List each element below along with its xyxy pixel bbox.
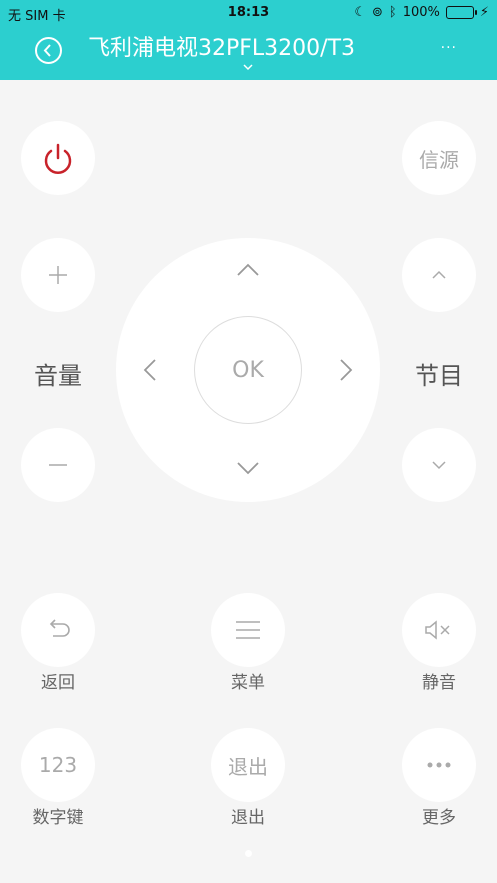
moon-icon: ☾: [354, 5, 366, 20]
chevron-left-icon: [43, 44, 51, 57]
rotation-lock-icon: ⊚: [371, 5, 383, 20]
more-menu-button[interactable]: ...: [441, 36, 457, 52]
ok-button[interactable]: OK: [194, 316, 302, 424]
menu-button[interactable]: [211, 593, 285, 667]
menu-caption: 菜单: [231, 673, 265, 693]
dpad-left-button[interactable]: [142, 356, 158, 384]
exit-button-label: 退出: [228, 754, 268, 779]
chevron-down-icon: [432, 461, 446, 470]
page-indicator: [245, 850, 252, 857]
channel-up-button[interactable]: [402, 238, 476, 312]
mute-icon: [425, 620, 450, 640]
status-right: ☾ ⊚ ᛒ 100% ⚡: [354, 5, 489, 20]
channel-label: 节目: [415, 362, 463, 390]
dpad: OK: [116, 238, 380, 502]
more-caption: 更多: [422, 808, 456, 828]
volume-label: 音量: [34, 362, 82, 390]
volume-down-button[interactable]: [21, 428, 95, 502]
hamburger-menu-icon: [236, 621, 260, 639]
charging-icon: ⚡: [479, 5, 489, 20]
source-label: 信源: [419, 147, 459, 172]
plus-icon: [49, 266, 67, 284]
exit-caption: 退出: [231, 808, 265, 828]
numpad-button-label: 123: [38, 753, 78, 777]
mute-button[interactable]: [402, 593, 476, 667]
dpad-right-button[interactable]: [338, 356, 354, 384]
source-button[interactable]: 信源: [402, 121, 476, 195]
back-nav-button[interactable]: [21, 593, 95, 667]
minus-icon: [49, 464, 67, 466]
chevron-up-icon: [432, 270, 446, 279]
back-caption: 返回: [41, 673, 75, 693]
power-icon: [44, 143, 72, 174]
power-button[interactable]: [21, 121, 95, 195]
back-button[interactable]: [35, 37, 62, 64]
more-dots-icon: [427, 762, 451, 768]
battery-percent: 100%: [402, 5, 440, 20]
numpad-caption: 数字键: [32, 808, 84, 828]
return-icon: [49, 619, 70, 637]
dpad-down-button[interactable]: [234, 460, 262, 476]
volume-up-button[interactable]: [21, 238, 95, 312]
more-button[interactable]: [402, 728, 476, 802]
channel-down-button[interactable]: [402, 428, 476, 502]
status-bar: 无 SIM 卡 18:13 ☾ ⊚ ᛒ 100% ⚡: [0, 0, 497, 26]
numpad-button[interactable]: 123: [21, 728, 95, 802]
mute-caption: 静音: [422, 673, 456, 693]
chevron-down-icon[interactable]: [242, 63, 254, 71]
dpad-up-button[interactable]: [234, 262, 262, 278]
page-title: 飞利浦电视32PFL3200/T3: [88, 36, 356, 61]
ok-label: OK: [232, 357, 264, 383]
battery-icon: [445, 6, 477, 19]
exit-button[interactable]: 退出: [211, 728, 285, 802]
bluetooth-icon: ᛒ: [388, 5, 397, 20]
header-bar: 无 SIM 卡 18:13 ☾ ⊚ ᛒ 100% ⚡ 飞利浦电视32PFL320…: [0, 0, 497, 80]
